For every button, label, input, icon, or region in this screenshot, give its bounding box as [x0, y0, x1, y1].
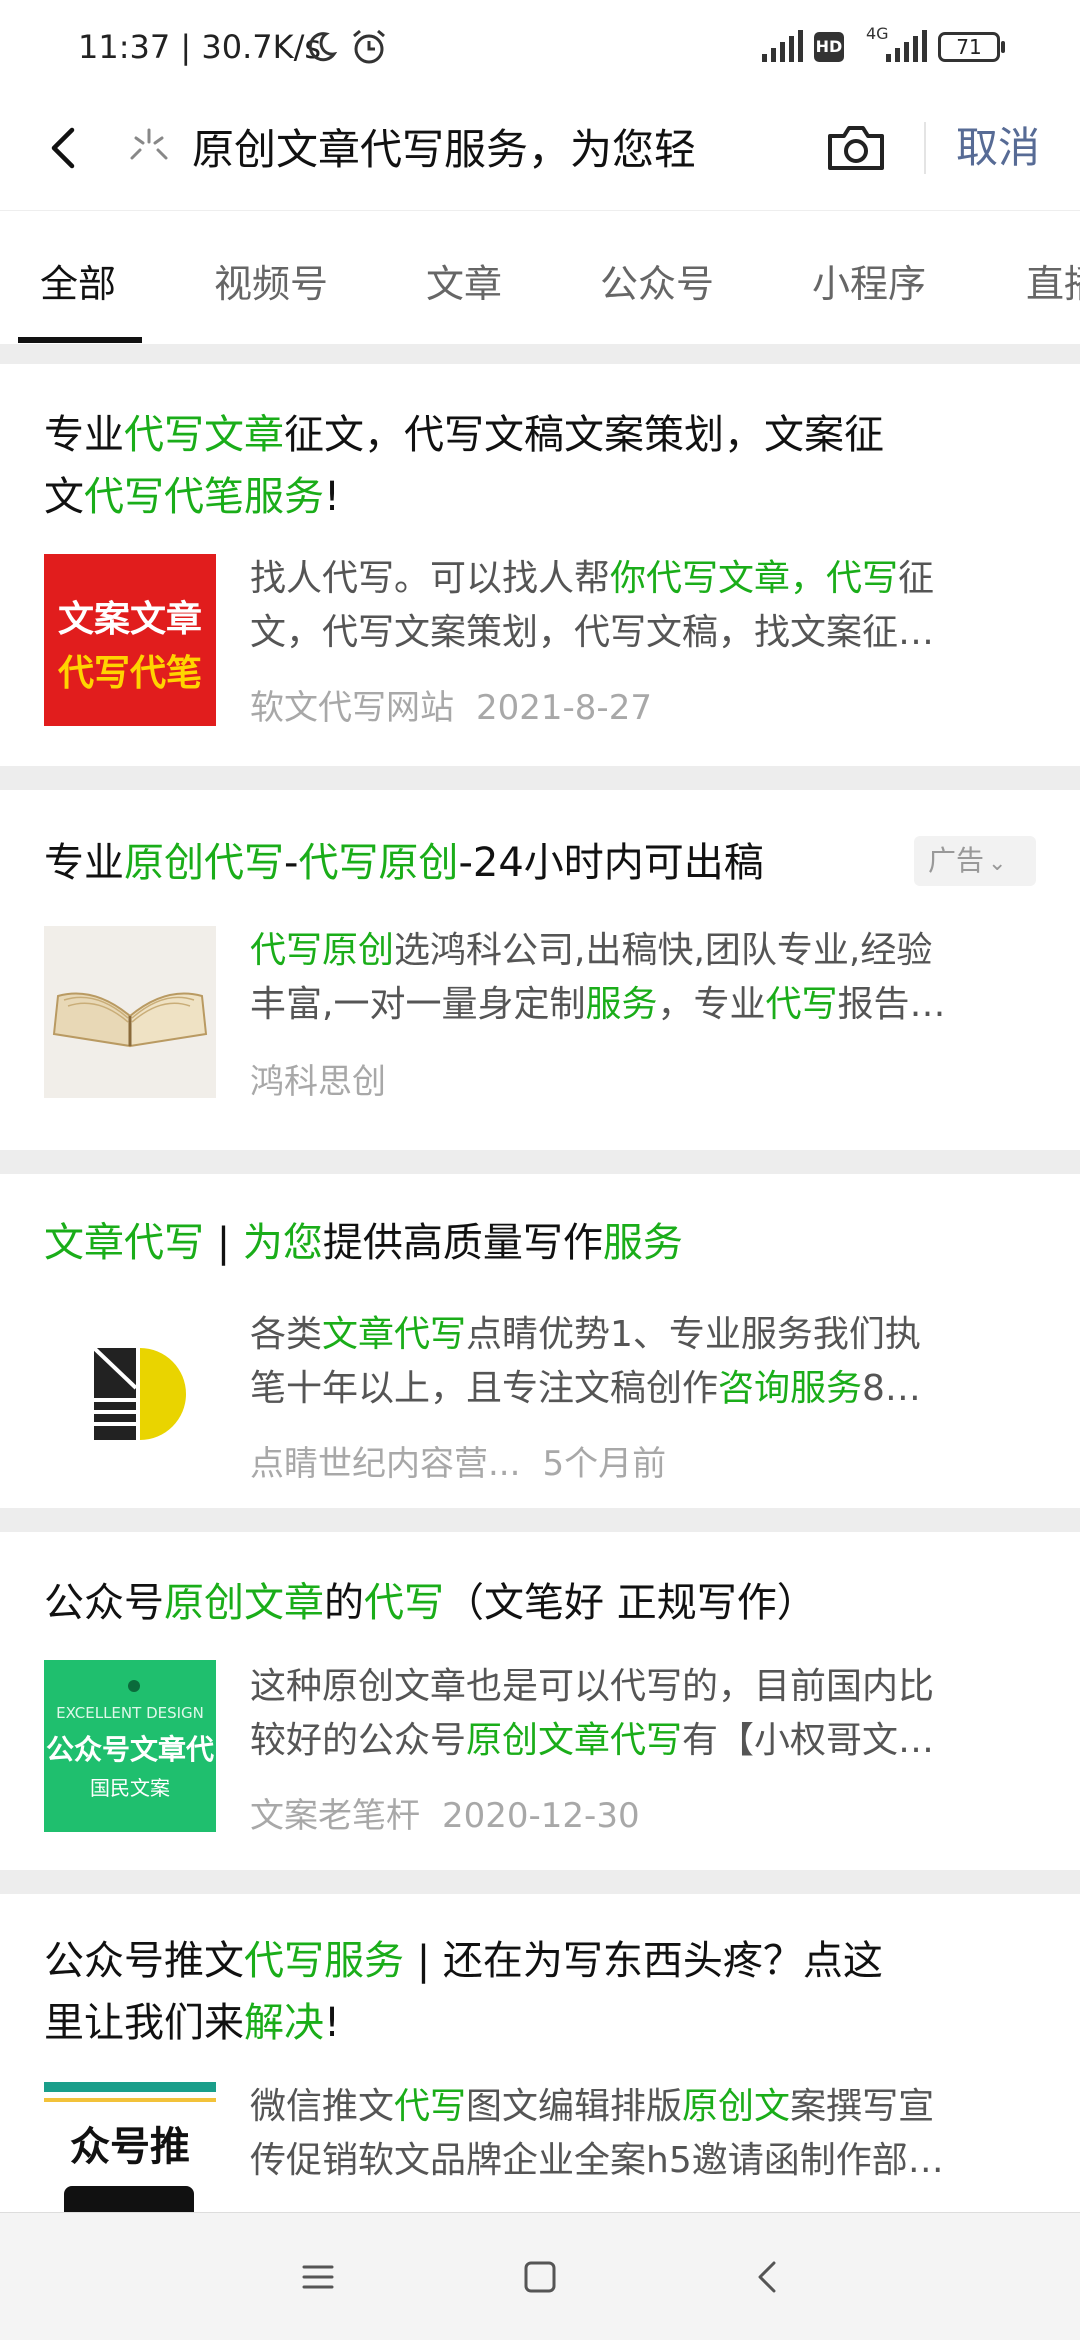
result-source: 点睛世纪内容营...	[250, 1444, 521, 1484]
result-title: 专业原创代写-代写原创-24小时内可出稿	[44, 840, 764, 886]
result-date: 5个月前	[542, 1444, 667, 1484]
hd-badge: HD	[814, 32, 844, 62]
result-thumbnail	[44, 926, 216, 1098]
search-result-card[interactable]: 专业代写文章征文，代写文稿文案策划，文案征 文代写代笔服务! 文案文章 代写代笔…	[0, 364, 1080, 766]
moon-icon	[308, 32, 338, 62]
camera-icon[interactable]	[824, 118, 888, 178]
thumbnail-text: 公众号文章代	[45, 1733, 214, 1766]
thumbnail-stripe	[44, 2098, 216, 2102]
thumbnail-dot	[128, 1680, 140, 1692]
back-icon[interactable]	[34, 118, 94, 178]
tab-channels[interactable]: 视频号	[214, 253, 328, 308]
result-meta: 文案老笔杆 2020-12-30	[250, 1788, 640, 1837]
search-result-card[interactable]: 公众号原创文章的代写（文笔好 正规写作） EXCELLENT DESIGN 公众…	[0, 1532, 1080, 1870]
chevron-down-icon: ⌄	[988, 851, 1007, 876]
result-title: 公众号推文代写服务 | 还在为写东西头疼？点这 里让我们来解决!	[44, 1938, 883, 2046]
back-nav-icon[interactable]	[744, 2253, 792, 2301]
search-result-card[interactable]: 公众号推文代写服务 | 还在为写东西头疼？点这 里让我们来解决! 众号推 微信推…	[0, 1894, 1080, 2212]
open-book-icon	[52, 992, 208, 1048]
home-icon[interactable]	[516, 2253, 564, 2301]
search-result-card-ad[interactable]: 专业原创代写-代写原创-24小时内可出稿 广告 ⌄ 代写原创选鸿科公司,出稿快,团…	[0, 790, 1080, 1150]
result-title: 公众号原创文章的代写（文笔好 正规写作）	[44, 1580, 817, 1626]
result-source: 软文代写网站	[250, 688, 454, 728]
result-snippet: 找人代写。可以找人帮你代写文章，代写征 文，代写文案策划，代写文稿，找文案征…	[250, 558, 935, 653]
result-source: 鸿科思创	[250, 1062, 386, 1102]
battery-tip	[1001, 41, 1005, 53]
search-icon	[130, 128, 168, 160]
system-nav-bar	[0, 2212, 1080, 2340]
result-snippet: 代写原创选鸿科公司,出稿快,团队专业,经验 丰富,一对一量身定制服务，专业代写报…	[250, 930, 946, 1025]
result-thumbnail: EXCELLENT DESIGN 公众号文章代 国民文案	[44, 1660, 216, 1832]
thumbnail-text: 文案文章	[57, 599, 202, 640]
result-snippet: 这种原创文章也是可以代写的，目前国内比 较好的公众号原创文章代写有【小权哥文…	[250, 1666, 935, 1761]
cancel-button[interactable]: 取消	[956, 118, 1040, 178]
result-thumbnail: 文案文章 代写代笔	[44, 554, 216, 726]
search-input[interactable]: 原创文章代写服务，为您轻	[192, 118, 712, 182]
battery-icon: 71	[938, 32, 1000, 62]
result-title: 专业代写文章征文，代写文稿文案策划，文案征 文代写代笔服务!	[44, 412, 884, 520]
ad-label[interactable]: 广告 ⌄	[914, 836, 1036, 886]
result-meta: 点睛世纪内容营... 5个月前	[250, 1436, 666, 1485]
tab-all[interactable]: 全部	[40, 253, 116, 308]
result-tabs: 全部 视频号 文章 公众号 小程序 直播	[0, 210, 1080, 344]
thumbnail-stripe	[44, 2082, 216, 2092]
tab-mini-programs[interactable]: 小程序	[812, 253, 926, 308]
thumbnail-block	[64, 2186, 194, 2212]
alarm-icon	[353, 29, 385, 64]
tab-live[interactable]: 直播	[1026, 253, 1080, 308]
battery-level: 71	[956, 35, 982, 59]
status-bar: 11:37 | 30.7K/s HD 4G 71	[0, 0, 1080, 96]
logo-icon	[92, 1346, 186, 1440]
result-source: 文案老笔杆	[250, 1796, 420, 1836]
result-date: 2021-8-27	[476, 688, 652, 728]
thumbnail-text: 代写代笔	[57, 653, 202, 694]
thumbnail-text: 国民文案	[90, 1776, 170, 1800]
tab-official-accounts[interactable]: 公众号	[600, 253, 714, 308]
menu-icon[interactable]	[294, 2253, 342, 2301]
result-meta: 软文代写网站 2021-8-27	[250, 680, 652, 729]
result-snippet: 微信推文代写图文编辑排版原创文案撰写宣 传促销软文品牌企业全案h5邀请函制作部…	[250, 2086, 944, 2181]
tab-active-indicator	[18, 337, 142, 343]
search-bar: 原创文章代写服务，为您轻 取消	[0, 96, 1080, 210]
result-thumbnail: 众号推	[44, 2082, 216, 2212]
signal-4g-icon	[886, 30, 927, 62]
thumbnail-text: 众号推	[70, 2124, 190, 2170]
status-time: 11:37 | 30.7K/s	[78, 28, 322, 66]
search-divider	[924, 122, 926, 174]
result-title: 文章代写 | 为您提供高质量写作服务	[44, 1220, 683, 1266]
signal-icon	[762, 30, 803, 62]
tab-articles[interactable]: 文章	[426, 253, 502, 308]
result-snippet: 各类文章代写点睛优势1、专业服务我们执 笔十年以上，且专注文稿创作咨询服务8…	[250, 1314, 921, 1409]
thumbnail-text: EXCELLENT DESIGN	[56, 1704, 204, 1722]
result-date: 2020-12-30	[442, 1796, 640, 1836]
result-thumbnail	[44, 1308, 216, 1480]
search-result-card[interactable]: 文章代写 | 为您提供高质量写作服务 各类文章代写点睛优势1、专业服务我们执 笔…	[0, 1174, 1080, 1508]
